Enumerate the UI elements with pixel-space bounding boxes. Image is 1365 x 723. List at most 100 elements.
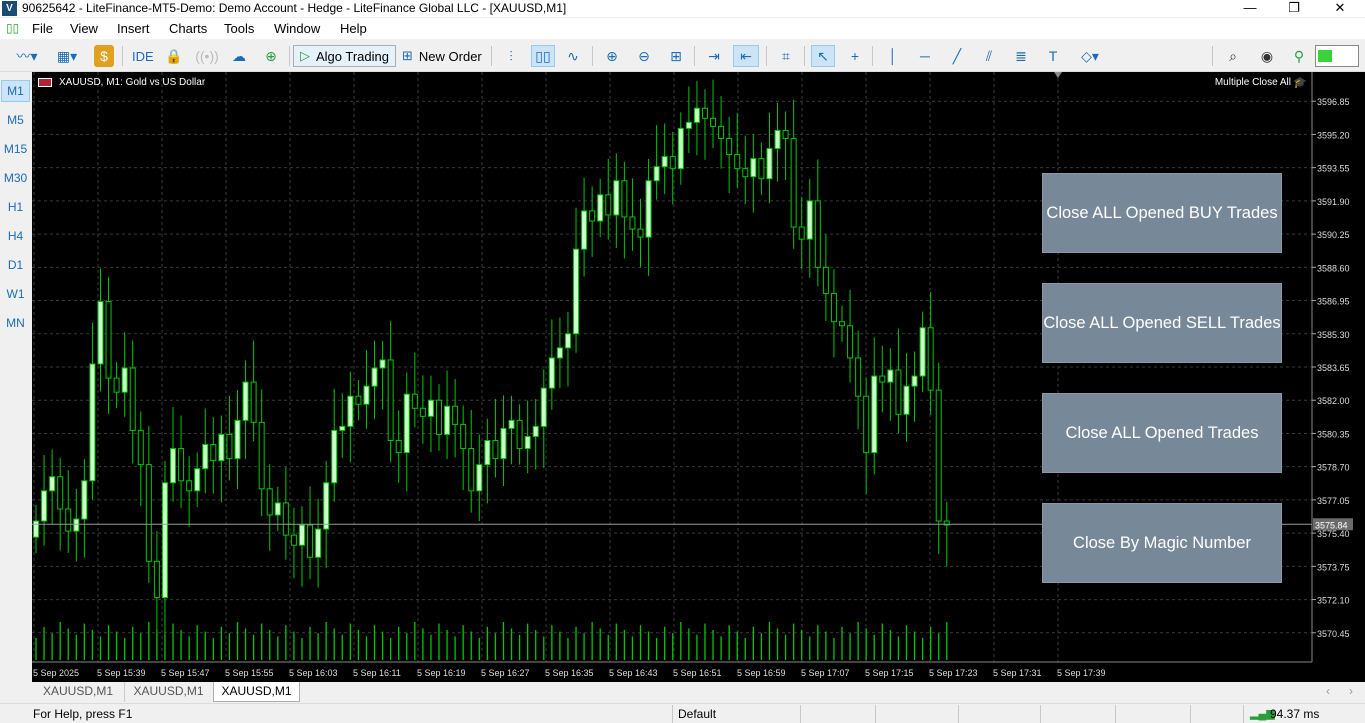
timeframe-m1[interactable]: M1 (1, 80, 30, 102)
line-chart-icon[interactable]: ∿ (562, 45, 584, 67)
timeframe-d1[interactable]: D1 (1, 254, 30, 276)
candle-bear (895, 369, 902, 415)
close-button[interactable]: ✕ (1317, 0, 1363, 17)
menu-window[interactable]: Window (274, 21, 320, 36)
candle-bear (790, 137, 797, 228)
candle-bull (274, 502, 281, 516)
price-tick-label: 3585.30 (1317, 330, 1350, 340)
scroll-right-icon[interactable]: › (1349, 684, 1353, 698)
vps-icon[interactable]: ⊕ (260, 45, 282, 67)
chart-tab[interactable]: XAUUSD,M1 (124, 682, 212, 702)
chart-type-icon[interactable]: 〰▾ (10, 45, 44, 67)
timeframe-m15[interactable]: M15 (1, 138, 30, 160)
close-sell-trades-button[interactable]: Close ALL Opened SELL Trades (1042, 283, 1282, 363)
candle-bear (927, 327, 934, 391)
shapes-icon[interactable]: ◇▾ (1073, 45, 1107, 67)
menu-icon[interactable]: ▯▯ (6, 21, 19, 35)
bar-chart-icon[interactable]: ⫶ (500, 45, 522, 67)
candle-bear (669, 156, 676, 170)
scroll-left-icon[interactable]: ‹ (1326, 684, 1330, 698)
menu-tools[interactable]: Tools (224, 21, 254, 36)
candle-bear (186, 480, 193, 492)
menu-view[interactable]: View (70, 21, 98, 36)
chart-shift-marker (1054, 72, 1062, 78)
timeframe-mn[interactable]: MN (1, 312, 30, 334)
candle-bear (822, 266, 829, 295)
menu-charts[interactable]: Charts (169, 21, 207, 36)
candle-bull (444, 405, 451, 435)
timeframe-m5[interactable]: M5 (1, 109, 30, 131)
menu-file[interactable]: File (32, 21, 53, 36)
text-icon[interactable]: T (1042, 45, 1064, 67)
candle-bear (798, 226, 805, 240)
candle-bear (153, 560, 160, 599)
connection-icon[interactable]: ⚲ (1289, 45, 1309, 67)
vertical-line-icon[interactable]: │ (882, 45, 904, 67)
app-icon: V (2, 1, 17, 16)
zoom-out-icon[interactable]: ⊖ (633, 45, 655, 67)
screenshot-icon[interactable]: ⌗ (774, 45, 798, 67)
search-icon[interactable]: ⌕ (1222, 45, 1244, 67)
fibonacci-icon[interactable]: ≣ (1010, 45, 1032, 67)
expert-name-label: Multiple Close All (1214, 77, 1291, 88)
candle-bull (774, 129, 781, 150)
signal-icon[interactable]: ((•)) (195, 45, 219, 67)
play-icon: ▷ (300, 48, 310, 63)
account-icon[interactable]: ◉ (1256, 45, 1278, 67)
candle-bear (605, 194, 612, 216)
candle-bear (395, 439, 402, 454)
candle-bear (307, 524, 314, 558)
dollar-icon[interactable]: $ (94, 45, 114, 67)
zoom-in-icon[interactable]: ⊕ (601, 45, 623, 67)
chart-symbol-label: XAUUSD, M1: Gold vs US Dollar (59, 77, 206, 88)
candle-bull (403, 393, 410, 454)
timeframe-h4[interactable]: H4 (1, 225, 30, 247)
timeframe-h1[interactable]: H1 (1, 196, 30, 218)
time-tick-label: 5 Sep 16:03 (289, 668, 338, 678)
cloud-icon[interactable]: ☁ (228, 45, 250, 67)
horizontal-line-icon[interactable]: ─ (914, 45, 936, 67)
new-order-button[interactable]: ⊞ New Order (402, 45, 482, 67)
candlestick-icon[interactable]: ▯▯ (531, 45, 555, 67)
chart-tab-active[interactable]: XAUUSD,M1 (213, 682, 300, 702)
candle-bear (178, 448, 185, 482)
minimize-button[interactable]: — (1227, 0, 1273, 17)
ide-button[interactable]: IDE (132, 45, 154, 67)
chart-tab[interactable]: XAUUSD,M1 (32, 682, 124, 702)
candle-bull (315, 528, 322, 558)
time-tick-label: 5 Sep 17:15 (865, 668, 914, 678)
timeframe-w1[interactable]: W1 (1, 283, 30, 305)
menu-insert[interactable]: Insert (117, 21, 150, 36)
close-all-trades-button[interactable]: Close ALL Opened Trades (1042, 393, 1282, 473)
grid-icon[interactable]: ⊞ (665, 45, 687, 67)
algo-trading-button[interactable]: ▷ Algo Trading (293, 45, 396, 67)
price-tick-label: 3578.70 (1317, 463, 1350, 473)
restore-button[interactable]: ❐ (1271, 0, 1317, 17)
candle-bear (460, 423, 467, 450)
candle-bull (97, 301, 104, 365)
close-by-magic-button[interactable]: Close By Magic Number (1042, 503, 1282, 583)
chart-canvas[interactable]: 3596.85 3595.20 3593.55 3591.90 3590.25 3588.… (32, 72, 1365, 682)
candle-bear (250, 381, 257, 423)
time-tick-label: 5 Sep 15:55 (225, 668, 274, 678)
timeframe-m30[interactable]: M30 (1, 167, 30, 189)
time-tick-label: 5 Sep 17:23 (929, 668, 978, 678)
lock-icon[interactable]: 🔒 (164, 45, 184, 67)
autoscroll-icon[interactable]: ⇥ (702, 45, 726, 67)
menu-help[interactable]: Help (340, 21, 367, 36)
template-icon[interactable]: ▦▾ (50, 45, 84, 67)
candle-bull (218, 433, 225, 462)
candle-bear (419, 407, 426, 417)
candle-bull (170, 448, 177, 484)
candle-bull (524, 435, 531, 450)
price-chart[interactable]: 3596.85 3595.20 3593.55 3591.90 3590.25 3588.… (32, 72, 1365, 682)
candle-bull (323, 482, 330, 530)
trendline-icon[interactable]: ╱ (946, 45, 968, 67)
candle-bull (161, 482, 168, 599)
chart-shift-icon[interactable]: ⇤ (733, 45, 759, 67)
candle-bull (645, 180, 652, 238)
close-buy-trades-button[interactable]: Close ALL Opened BUY Trades (1042, 173, 1282, 253)
cursor-icon[interactable]: ↖ (811, 45, 835, 67)
channel-icon[interactable]: ⫽ (978, 45, 1000, 67)
crosshair-icon[interactable]: + (844, 45, 866, 67)
